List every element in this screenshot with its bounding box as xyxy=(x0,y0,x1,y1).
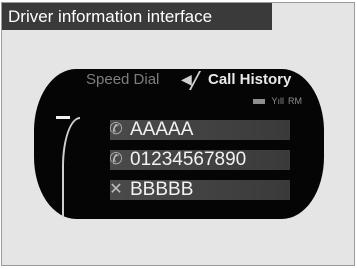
battery-icon xyxy=(253,99,266,105)
missed-call-icon: ✕ xyxy=(109,181,123,198)
signal-strength-icon: Yıll xyxy=(271,96,284,106)
call-history-entry: 01234567890 xyxy=(130,149,247,170)
tab-bar: Speed Dial ◀ Call History xyxy=(34,69,324,91)
roaming-indicator: RM xyxy=(288,96,302,106)
scroll-position-marker xyxy=(56,116,70,119)
call-history-item[interactable]: ✕ BBBBB xyxy=(98,178,290,202)
outgoing-call-icon: ✆ xyxy=(109,151,123,168)
call-history-entry: AAAAA xyxy=(130,119,194,140)
figure-frame: Driver information interface Speed Dial … xyxy=(1,2,355,266)
call-history-item[interactable]: ✆ AAAAA xyxy=(98,118,290,142)
tab-call-history[interactable]: Call History xyxy=(208,71,291,88)
scroll-indicator[interactable] xyxy=(62,117,80,219)
tab-speed-dial[interactable]: Speed Dial xyxy=(86,71,159,88)
figure-caption: Driver information interface xyxy=(2,3,272,30)
outgoing-call-icon: ✆ xyxy=(109,121,123,138)
status-indicators: Yıll RM xyxy=(253,96,302,106)
display-screen: Speed Dial ◀ Call History Yıll RM ✆ AAAAA… xyxy=(34,69,324,219)
call-history-item[interactable]: ✆ 01234567890 xyxy=(98,148,290,172)
call-history-entry: BBBBB xyxy=(130,179,194,200)
